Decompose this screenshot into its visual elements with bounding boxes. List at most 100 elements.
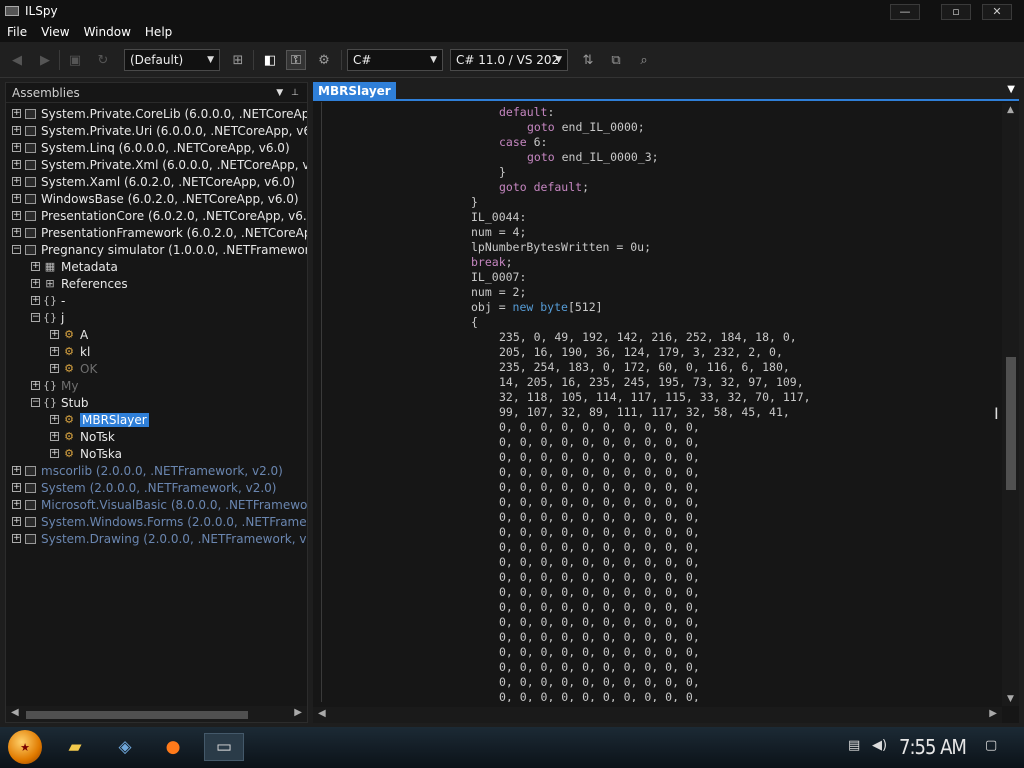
- tree-node[interactable]: + System.Windows.Forms (2.0.0.0, .NETFram…: [12, 513, 307, 530]
- expand-icon[interactable]: +: [12, 126, 21, 135]
- tree-node[interactable]: + ⊞ References: [31, 275, 128, 292]
- back-icon[interactable]: ◀: [7, 50, 27, 70]
- open-folder-icon[interactable]: ▣: [65, 50, 85, 70]
- volume-icon[interactable]: ◀): [872, 738, 887, 753]
- tree-node[interactable]: + ⚙ MBRSlayer: [50, 411, 149, 428]
- tree-node[interactable]: + PresentationFramework (6.0.2.0, .NETCor…: [12, 224, 307, 241]
- minimize-button[interactable]: —: [890, 4, 920, 20]
- expand-icon[interactable]: +: [50, 432, 59, 441]
- expand-icon[interactable]: +: [31, 381, 40, 390]
- expand-icon[interactable]: +: [12, 160, 21, 169]
- tree-node[interactable]: + System (2.0.0.0, .NETFramework, v2.0): [12, 479, 276, 496]
- tree-node[interactable]: + ⚙ NoTsk: [50, 428, 115, 445]
- scroll-down-icon[interactable]: ▼: [1007, 694, 1014, 704]
- maximize-button[interactable]: ▫: [941, 4, 971, 20]
- app-launcher-icon[interactable]: ◈: [110, 733, 140, 761]
- collapse-icon[interactable]: −: [31, 398, 40, 407]
- tree-horizontal-scrollbar[interactable]: ◀ ▶: [6, 706, 307, 722]
- expand-icon[interactable]: +: [31, 296, 40, 305]
- collapse-all-icon[interactable]: ⧉: [606, 50, 626, 70]
- firefox-icon[interactable]: ●: [158, 733, 188, 761]
- scroll-left-icon[interactable]: ◀: [318, 708, 326, 719]
- expand-icon[interactable]: +: [50, 449, 59, 458]
- expand-icon[interactable]: +: [12, 517, 21, 526]
- tree-node[interactable]: + ⚙ NoTska: [50, 445, 122, 462]
- scrollbar-thumb[interactable]: [26, 711, 248, 719]
- expand-icon[interactable]: +: [12, 177, 21, 186]
- show-public-icon[interactable]: ◧: [260, 50, 280, 70]
- expand-icon[interactable]: +: [31, 262, 40, 271]
- scroll-right-icon[interactable]: ▶: [294, 707, 302, 718]
- tree-node[interactable]: − Pregnancy simulator (1.0.0.0, .NETFrame…: [12, 241, 307, 258]
- expand-icon[interactable]: +: [12, 228, 21, 237]
- collapse-icon[interactable]: −: [31, 313, 40, 322]
- close-button[interactable]: ✕: [982, 4, 1012, 20]
- tree-node[interactable]: + System.Private.Uri (6.0.0.0, .NETCoreAp…: [12, 122, 307, 139]
- scroll-up-icon[interactable]: ▲: [1007, 105, 1014, 115]
- language-version-combo[interactable]: C# 11.0 / VS 202 ▼: [450, 49, 568, 71]
- expand-icon[interactable]: +: [50, 330, 59, 339]
- expand-icon[interactable]: +: [12, 143, 21, 152]
- tree-node[interactable]: + ⚙ A: [50, 326, 88, 343]
- tree-node[interactable]: + System.Linq (6.0.0.0, .NETCoreApp, v6.0…: [12, 139, 290, 156]
- expand-icon[interactable]: +: [50, 364, 59, 373]
- start-button[interactable]: ★: [8, 730, 42, 764]
- menu-view[interactable]: View: [34, 25, 76, 39]
- expand-icon[interactable]: +: [50, 415, 59, 424]
- tree-node[interactable]: + WindowsBase (6.0.2.0, .NETCoreApp, v6.0…: [12, 190, 299, 207]
- expand-icon[interactable]: +: [12, 194, 21, 203]
- clock[interactable]: 7:55 AM: [899, 735, 967, 759]
- tree-node[interactable]: + Microsoft.VisualBasic (8.0.0.0, .NETFra…: [12, 496, 307, 513]
- assembly-list-combo[interactable]: (Default) ▼: [124, 49, 220, 71]
- expand-icon[interactable]: +: [12, 466, 21, 475]
- collapse-icon[interactable]: −: [12, 245, 21, 254]
- assembly-tree[interactable]: + System.Private.CoreLib (6.0.0.0, .NETCo…: [6, 103, 307, 703]
- expand-icon[interactable]: +: [12, 534, 21, 543]
- tree-node[interactable]: +{} My: [31, 377, 78, 394]
- code-vertical-scrollbar[interactable]: ▲ ▼: [1002, 103, 1019, 706]
- search-icon[interactable]: ⌕: [634, 50, 654, 70]
- scroll-right-icon[interactable]: ▶: [989, 708, 997, 719]
- tree-node[interactable]: + System.Drawing (2.0.0.0, .NETFramework,…: [12, 530, 307, 547]
- expand-icon[interactable]: +: [12, 109, 21, 118]
- notifications-icon[interactable]: ▢: [985, 738, 997, 753]
- tree-node[interactable]: −{} Stub: [31, 394, 89, 411]
- show-all-icon[interactable]: ⚙: [314, 50, 334, 70]
- expand-icon[interactable]: +: [12, 500, 21, 509]
- tab-menu-icon[interactable]: ▼: [1007, 84, 1015, 95]
- code-view[interactable]: default: goto end_IL_0000; case 6: goto end…: [321, 102, 1001, 702]
- sort-icon[interactable]: ⇅: [578, 50, 598, 70]
- expand-icon[interactable]: +: [31, 279, 40, 288]
- ilspy-taskbar-icon[interactable]: ▭: [204, 733, 244, 761]
- expand-icon[interactable]: +: [50, 347, 59, 356]
- expand-icon[interactable]: +: [12, 483, 21, 492]
- tree-node[interactable]: −{} j: [31, 309, 64, 326]
- refresh-icon[interactable]: ↻: [93, 50, 113, 70]
- manage-lists-icon[interactable]: ⊞: [228, 50, 248, 70]
- menu-help[interactable]: Help: [138, 25, 179, 39]
- tree-node[interactable]: + PresentationCore (6.0.2.0, .NETCoreApp,…: [12, 207, 307, 224]
- tree-node[interactable]: + System.Private.CoreLib (6.0.0.0, .NETCo…: [12, 105, 307, 122]
- scroll-left-icon[interactable]: ◀: [11, 707, 19, 718]
- file-explorer-icon[interactable]: ▰: [60, 733, 90, 761]
- tree-node[interactable]: + ⚙ OK: [50, 360, 97, 377]
- menu-window[interactable]: Window: [77, 25, 138, 39]
- network-icon[interactable]: ▤: [848, 738, 860, 753]
- scrollbar-thumb[interactable]: [1006, 357, 1016, 490]
- language-combo[interactable]: C# ▼: [347, 49, 443, 71]
- title-bar[interactable]: ILSpy — ▫ ✕: [0, 0, 1024, 22]
- tree-node[interactable]: + System.Xaml (6.0.2.0, .NETCoreApp, v6.0…: [12, 173, 295, 190]
- tree-node[interactable]: + ▦ Metadata: [31, 258, 118, 275]
- code-horizontal-scrollbar[interactable]: ◀ ▶: [313, 707, 1002, 723]
- show-private-icon[interactable]: ⚿: [286, 50, 306, 70]
- forward-icon[interactable]: ▶: [35, 50, 55, 70]
- pin-icon[interactable]: ⊥: [291, 88, 299, 98]
- expand-icon[interactable]: +: [12, 211, 21, 220]
- tree-node[interactable]: + mscorlib (2.0.0.0, .NETFramework, v2.0): [12, 462, 283, 479]
- menu-file[interactable]: File: [0, 25, 34, 39]
- tree-node[interactable]: +{} -: [31, 292, 65, 309]
- tree-node[interactable]: + System.Private.Xml (6.0.0.0, .NETCoreAp…: [12, 156, 307, 173]
- tab-mbrslayer[interactable]: MBRSlayer: [313, 82, 396, 101]
- tree-node[interactable]: + ⚙ kl: [50, 343, 90, 360]
- pane-dropdown-icon[interactable]: ▼: [276, 88, 283, 98]
